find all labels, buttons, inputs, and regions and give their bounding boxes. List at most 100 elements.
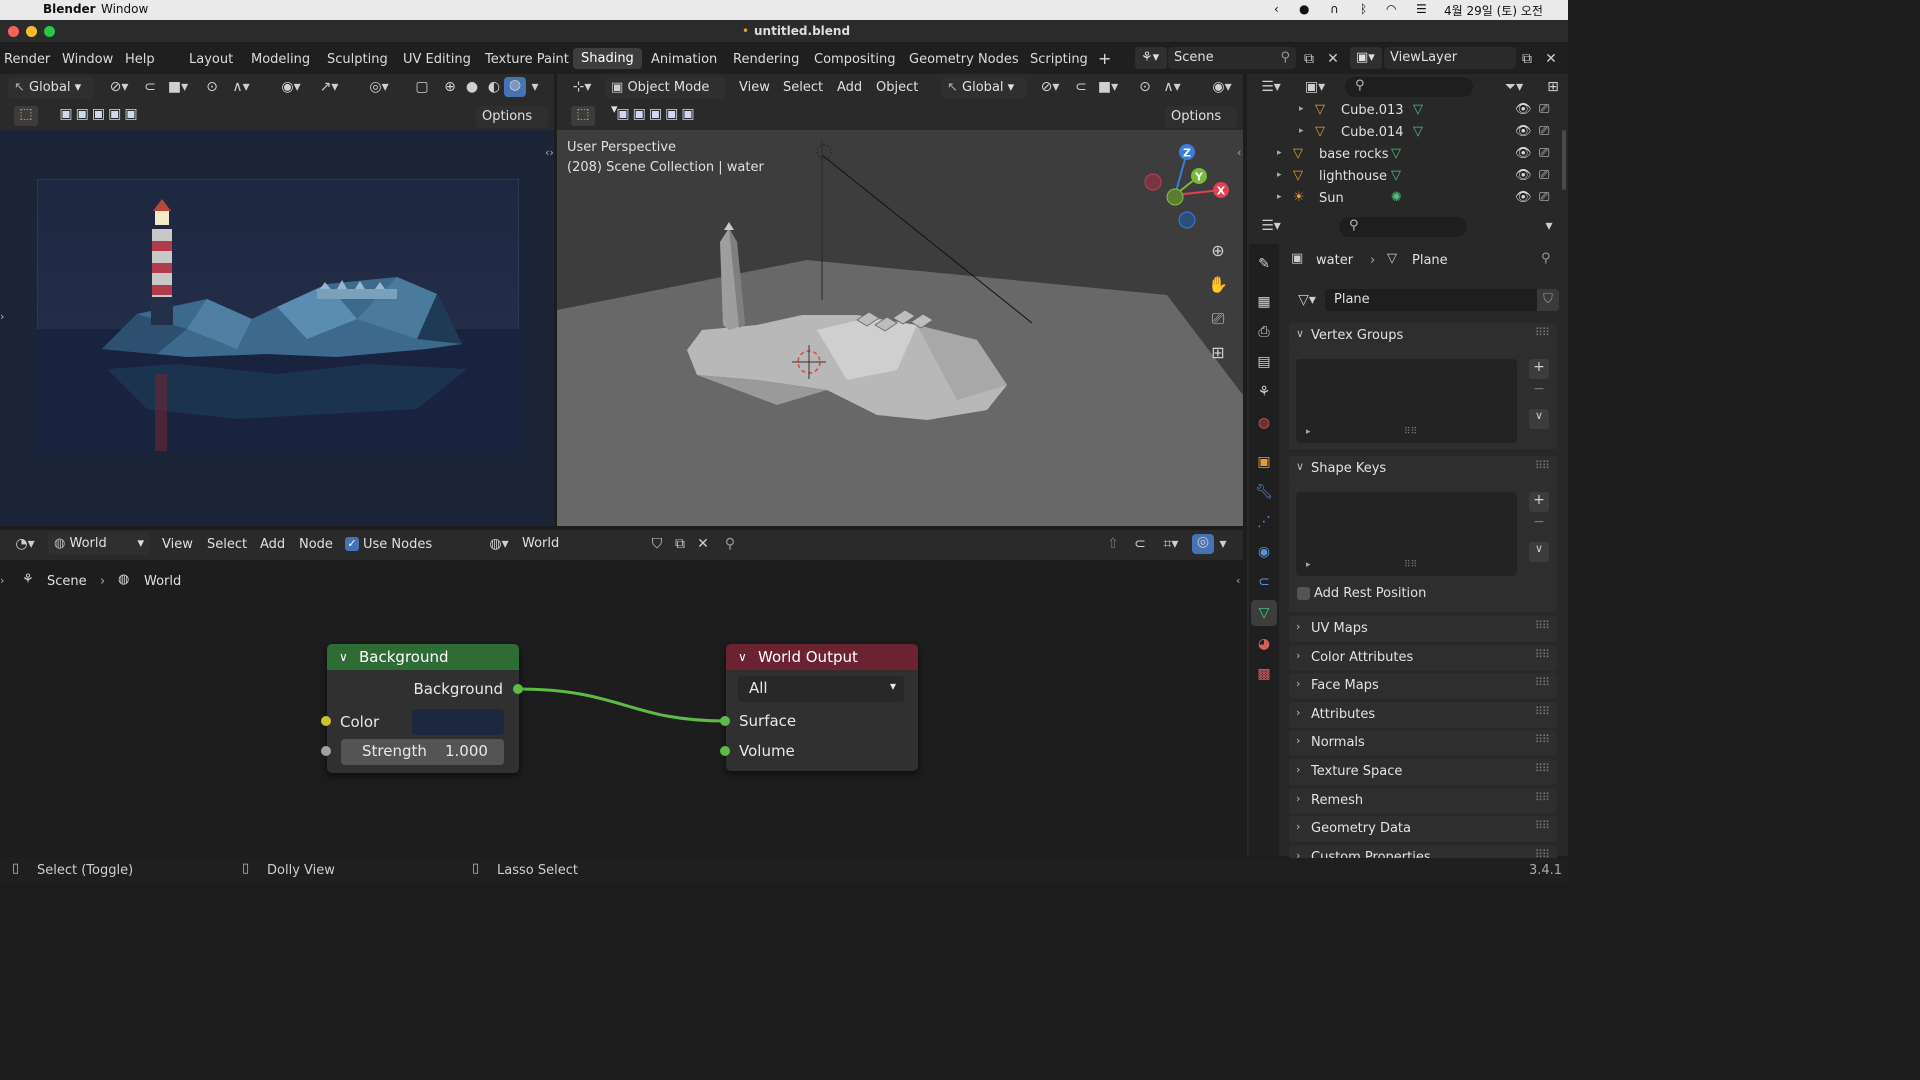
collapsed-panel-header[interactable]: › Color Attributes ⠿⠿ — [1289, 644, 1557, 671]
collapsed-panel-header[interactable]: › Geometry Data ⠿⠿ — [1289, 816, 1557, 843]
parent-node-tree-icon[interactable]: ⇧ — [1104, 536, 1122, 552]
tab-layout[interactable]: Layout — [189, 52, 233, 67]
expand-arrow-icon[interactable]: ▸ — [1299, 126, 1304, 136]
menubar-app-name[interactable]: Blender — [43, 2, 96, 16]
remove-vertex-group-icon[interactable]: − — [1529, 381, 1549, 401]
node-menu-node[interactable]: Node — [299, 537, 333, 552]
render-preview-area[interactable]: › ‹› — [0, 130, 554, 526]
drag-handle-icon[interactable]: ⠿⠿ — [1535, 762, 1550, 775]
menubar-window-menu[interactable]: Window — [101, 2, 148, 16]
constraints-tab-icon[interactable]: ⊂ — [1254, 574, 1274, 590]
add-shape-key-icon[interactable]: + — [1529, 492, 1549, 512]
mesh-data-icon[interactable]: ▽ — [1413, 102, 1423, 117]
select-tool-icon[interactable]: ⬚ — [571, 106, 595, 126]
outliner-item-name[interactable]: Cube.013 — [1341, 103, 1404, 118]
camera-render-icon[interactable]: ⎚ — [1539, 168, 1549, 183]
physics-tab-icon[interactable]: ◉ — [1254, 544, 1274, 560]
world-tab-icon[interactable]: ◍ — [1254, 415, 1274, 431]
volume-input-socket[interactable] — [720, 746, 730, 756]
close-window-button[interactable] — [8, 26, 19, 37]
snap-target-icon[interactable]: ■▾ — [1093, 79, 1123, 95]
drag-handle-icon[interactable]: ⠿⠿ — [1535, 459, 1550, 472]
viewlayer-selector-icon[interactable]: ▣▾ — [1350, 47, 1382, 69]
solid-shading-icon[interactable]: ● — [462, 79, 482, 95]
background-node[interactable]: ∨ Background Background Color Strength 1… — [327, 644, 519, 773]
node-overlay-icon[interactable]: ◎ — [1192, 534, 1214, 554]
tab-texture-paint[interactable]: Texture Paint — [485, 52, 569, 67]
list-expand-icon[interactable]: ▸ — [1306, 560, 1311, 570]
image-editor-options-button[interactable]: Options ▾ — [476, 106, 548, 146]
new-world-icon[interactable]: ⧉ — [671, 536, 689, 552]
collapse-node-icon[interactable]: ∨ — [738, 650, 747, 664]
drag-handle-icon[interactable]: ⠿⠿ — [1535, 676, 1550, 689]
collapse-arrow-icon[interactable]: › — [0, 310, 10, 323]
fake-user-shield-icon[interactable]: ⛉ — [1537, 289, 1559, 311]
shader-type-dropdown[interactable]: ◍ World ▾ — [48, 533, 150, 555]
object-tab-icon[interactable]: ▣ — [1254, 454, 1274, 470]
new-collection-icon[interactable]: ⊞ — [1543, 79, 1563, 95]
select-tool-icon[interactable]: ⬚ — [14, 106, 38, 126]
properties-options-icon[interactable]: ▾ — [1541, 218, 1557, 234]
tab-shading[interactable]: Shading — [573, 48, 642, 69]
wireframe-shading-icon[interactable]: ⊕ — [440, 79, 460, 95]
eye-icon[interactable]: 👁︎ — [1515, 102, 1532, 117]
drag-handle-icon[interactable]: ⠿⠿ — [1535, 819, 1550, 832]
shape-keys-panel-header[interactable]: ∨ Shape Keys ⠿⠿ — [1289, 456, 1557, 482]
mesh-browse-icon[interactable]: ▽▾ — [1291, 292, 1323, 308]
drag-handle-icon[interactable]: ⠿⠿ — [1535, 733, 1550, 746]
tab-animation[interactable]: Animation — [651, 52, 717, 67]
fake-user-shield-icon[interactable]: ⛉ — [648, 536, 666, 552]
proportional-edit-icon[interactable]: ⊙ — [202, 79, 222, 95]
display-mode-icon[interactable]: ▣▾ — [1299, 79, 1331, 95]
particles-tab-icon[interactable]: ⋰ — [1254, 514, 1274, 530]
visibility-icon[interactable]: ◉▾ — [1207, 79, 1237, 95]
visibility-icon[interactable]: ◉▾ — [276, 79, 306, 95]
vertex-groups-list[interactable]: ▸ ⠿⠿ — [1296, 359, 1517, 443]
gizmo-icon[interactable]: ↗▾ — [314, 79, 344, 95]
menu-window[interactable]: Window — [62, 52, 113, 67]
vertex-group-specials-icon[interactable]: ∨ — [1529, 409, 1549, 429]
new-viewlayer-icon[interactable]: ⧉ — [1518, 51, 1536, 67]
eye-icon[interactable]: 👁︎ — [1515, 124, 1532, 139]
chevron-left-icon[interactable]: ‹ — [1274, 2, 1279, 16]
node-menu-add[interactable]: Add — [260, 537, 285, 552]
tab-modeling[interactable]: Modeling — [251, 52, 310, 67]
light-data-icon[interactable]: ✺ — [1391, 190, 1402, 205]
camera-render-icon[interactable]: ⎚ — [1539, 190, 1549, 205]
node-editor-type-icon[interactable]: ◔▾ — [8, 536, 42, 552]
perspective-grid-icon[interactable]: ⊞ — [1205, 340, 1231, 366]
falloff-icon[interactable]: ∧▾ — [226, 79, 256, 95]
bluetooth-icon[interactable]: ᛒ — [1360, 2, 1367, 16]
pin-icon[interactable]: ⚲ — [1280, 47, 1290, 69]
collapsed-panel-header[interactable]: › Texture Space ⠿⠿ — [1289, 759, 1557, 785]
drag-handle-icon[interactable]: ⠿⠿ — [1535, 791, 1550, 804]
expand-arrow-icon[interactable]: ▸ — [1277, 192, 1282, 202]
proportional-edit-icon[interactable]: ⊙ — [1135, 79, 1155, 95]
expand-arrow-icon[interactable]: ▸ — [1277, 148, 1282, 158]
drag-handle-icon[interactable]: ⠿⠿ — [1535, 648, 1550, 661]
drag-handle-icon[interactable]: ⠿⠿ — [1535, 326, 1550, 339]
delete-viewlayer-icon[interactable]: ✕ — [1542, 51, 1560, 67]
node-menu-select[interactable]: Select — [207, 537, 247, 552]
material-tab-icon[interactable]: ◕ — [1254, 636, 1274, 652]
drag-handle-icon[interactable]: ⠿⠿ — [1535, 619, 1550, 632]
shading-options-icon[interactable]: ▾ — [528, 79, 542, 95]
pivot-icon[interactable]: ⊘▾ — [104, 79, 134, 95]
strength-field[interactable]: Strength 1.000 — [341, 739, 504, 765]
falloff-icon[interactable]: ∧▾ — [1157, 79, 1187, 95]
collapsed-panel-header[interactable]: › Attributes ⠿⠿ — [1289, 701, 1557, 728]
mesh-data-tab-icon[interactable]: ▽ — [1251, 600, 1277, 626]
tab-scripting[interactable]: Scripting — [1030, 52, 1088, 67]
add-workspace-icon[interactable]: + — [1098, 49, 1111, 68]
pin-icon[interactable]: ⚲ — [721, 536, 739, 552]
drag-handle-icon[interactable]: ⠿⠿ — [1535, 705, 1550, 718]
node-canvas[interactable]: › ⚘ Scene › ◍ World ‹ ∨ Background Backg… — [0, 560, 1243, 856]
snap-element-icon[interactable]: ⌗▾ — [1154, 536, 1188, 552]
viewport-menu-add[interactable]: Add — [837, 80, 862, 95]
color-input-socket[interactable] — [321, 716, 331, 726]
viewport-options-button[interactable]: Options ▾ — [1165, 106, 1237, 146]
zoom-icon[interactable]: ⊕ — [1205, 238, 1231, 264]
mesh-datablock-field[interactable]: Plane ⛉ — [1325, 289, 1559, 311]
material-shading-icon[interactable]: ◐ — [484, 79, 504, 95]
navigation-gizmo[interactable]: Z Y X — [1137, 140, 1229, 232]
